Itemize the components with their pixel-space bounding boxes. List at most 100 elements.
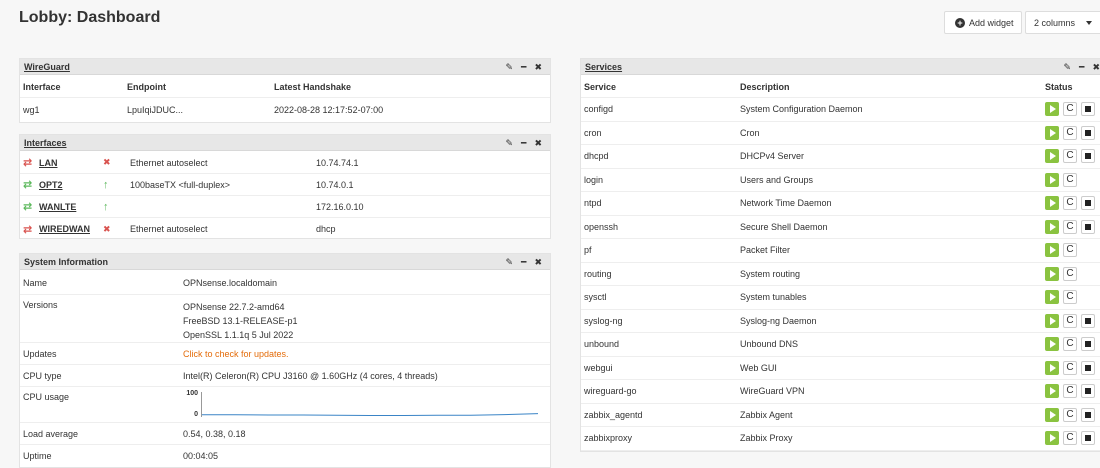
restart-service-button[interactable]: C <box>1063 243 1077 258</box>
restart-service-button[interactable]: C <box>1063 125 1077 140</box>
stop-service-button[interactable] <box>1081 384 1095 399</box>
table-row: wg1 LpuIqiJDUC... 2022-08-28 12:17:52-07… <box>20 98 550 122</box>
columns-select[interactable]: 2 columns <box>1025 11 1100 34</box>
restart-service-button[interactable]: C <box>1063 196 1077 211</box>
col-interface: Interface <box>23 81 61 92</box>
service-name: wireguard-go <box>584 386 637 397</box>
check-updates-link[interactable]: Click to check for updates. <box>183 343 289 364</box>
start-service-button[interactable] <box>1045 266 1059 281</box>
start-service-button[interactable] <box>1045 337 1059 352</box>
start-service-button[interactable] <box>1045 290 1059 305</box>
table-row: unbound Unbound DNS C <box>581 333 1100 357</box>
service-name: configd <box>584 104 614 115</box>
start-service-button[interactable] <box>1045 431 1059 446</box>
interface-link-lan[interactable]: LAN <box>39 152 58 173</box>
widget-header: System Information ✎ ━ ✖ <box>20 254 550 270</box>
stop-service-button[interactable] <box>1081 337 1095 352</box>
close-icon[interactable]: ✖ <box>534 257 542 267</box>
sysinfo-row-updates: Updates Click to check for updates. <box>20 343 550 365</box>
close-icon[interactable]: ✖ <box>534 62 542 72</box>
table-row: webgui Web GUI C <box>581 357 1100 380</box>
service-name: webgui <box>584 362 613 373</box>
start-service-button[interactable] <box>1045 384 1059 399</box>
start-service-button[interactable] <box>1045 172 1059 187</box>
wg-endpoint: LpuIqiJDUC... <box>127 105 184 115</box>
pencil-icon[interactable]: ✎ <box>505 257 513 267</box>
minimize-icon[interactable]: ━ <box>521 62 526 72</box>
value: 0.54, 0.38, 0.18 <box>183 428 246 439</box>
restart-service-button[interactable]: C <box>1063 290 1077 305</box>
start-service-button[interactable] <box>1045 125 1059 140</box>
interfaces-title-link[interactable]: Interfaces <box>24 138 67 148</box>
stop-service-button[interactable] <box>1081 313 1095 328</box>
label: Updates <box>23 348 57 359</box>
link-up-icon: ⇄ <box>23 179 33 191</box>
service-name: routing <box>584 268 612 279</box>
pencil-icon[interactable]: ✎ <box>1063 62 1071 72</box>
services-widget: Services ✎ ━ ✖ Service Description Statu… <box>580 58 1100 452</box>
service-description: Syslog-ng Daemon <box>740 315 817 326</box>
col-handshake: Latest Handshake <box>274 81 352 92</box>
restart-service-button[interactable]: C <box>1063 102 1077 117</box>
start-service-button[interactable] <box>1045 313 1059 328</box>
restart-service-button[interactable]: C <box>1063 384 1077 399</box>
widget-header: Interfaces ✎ ━ ✖ <box>20 135 550 151</box>
interfaces-widget: Interfaces ✎ ━ ✖ ⇄ LAN ✖ Ethernet autose… <box>19 134 551 239</box>
restart-service-button[interactable]: C <box>1063 266 1077 281</box>
restart-service-button[interactable]: C <box>1063 172 1077 187</box>
start-service-button[interactable] <box>1045 243 1059 258</box>
table-row: syslog-ng Syslog-ng Daemon C <box>581 310 1100 333</box>
interface-address: dhcp <box>316 224 336 234</box>
start-service-button[interactable] <box>1045 360 1059 375</box>
table-row: pf Packet Filter C <box>581 239 1100 263</box>
stop-service-button[interactable] <box>1081 125 1095 140</box>
wireguard-title-link[interactable]: WireGuard <box>24 62 70 72</box>
pencil-icon[interactable]: ✎ <box>505 138 513 148</box>
restart-service-button[interactable]: C <box>1063 313 1077 328</box>
add-widget-button[interactable]: + Add widget <box>944 11 1022 34</box>
interface-media: 100baseTX <full-duplex> <box>130 179 231 190</box>
stop-service-button[interactable] <box>1081 407 1095 422</box>
restart-service-button[interactable]: C <box>1063 431 1077 446</box>
service-description: Zabbix Agent <box>740 409 793 420</box>
pencil-icon[interactable]: ✎ <box>505 62 513 72</box>
stop-service-button[interactable] <box>1081 431 1095 446</box>
start-service-button[interactable] <box>1045 149 1059 164</box>
table-row: ⇄ WANLTE ↑ 172.16.0.10 <box>20 196 550 218</box>
stop-service-button[interactable] <box>1081 219 1095 234</box>
restart-service-button[interactable]: C <box>1063 219 1077 234</box>
restart-service-button[interactable]: C <box>1063 337 1077 352</box>
plus-circle-icon: + <box>955 17 965 28</box>
restart-service-button[interactable]: C <box>1063 407 1077 422</box>
stop-service-button[interactable] <box>1081 102 1095 117</box>
col-service: Service <box>584 81 617 92</box>
services-title-link[interactable]: Services <box>585 62 622 72</box>
service-name: ntpd <box>584 198 602 209</box>
restart-service-button[interactable]: C <box>1063 360 1077 375</box>
stop-service-button[interactable] <box>1081 196 1095 211</box>
start-service-button[interactable] <box>1045 407 1059 422</box>
interface-link-wanlte[interactable]: WANLTE <box>39 196 76 217</box>
start-service-button[interactable] <box>1045 219 1059 234</box>
interface-media: Ethernet autoselect <box>130 157 208 168</box>
service-name: login <box>584 174 604 185</box>
start-service-button[interactable] <box>1045 102 1059 117</box>
close-icon[interactable]: ✖ <box>534 138 542 148</box>
minimize-icon[interactable]: ━ <box>521 257 526 267</box>
cpu-usage-chart: 100 0 <box>180 390 542 420</box>
restart-service-button[interactable]: C <box>1063 149 1077 164</box>
stop-service-button[interactable] <box>1081 149 1095 164</box>
interface-link-wiredwan[interactable]: WIREDWAN <box>39 218 90 238</box>
minimize-icon[interactable]: ━ <box>521 138 526 148</box>
stop-service-button[interactable] <box>1081 360 1095 375</box>
start-service-button[interactable] <box>1045 196 1059 211</box>
minimize-icon[interactable]: ━ <box>1079 62 1084 72</box>
value: Intel(R) Celeron(R) CPU J3160 @ 1.60GHz … <box>183 370 438 381</box>
table-row: ⇄ LAN ✖ Ethernet autoselect 10.74.74.1 <box>20 152 550 174</box>
close-icon[interactable]: ✖ <box>1092 62 1100 72</box>
service-description: WireGuard VPN <box>740 386 805 397</box>
value: OPNsense.localdomain <box>183 277 278 288</box>
service-description: Zabbix Proxy <box>740 433 793 444</box>
interface-link-opt2[interactable]: OPT2 <box>39 174 63 195</box>
sysinfo-row-name: Name OPNsense.localdomain <box>20 271 550 295</box>
